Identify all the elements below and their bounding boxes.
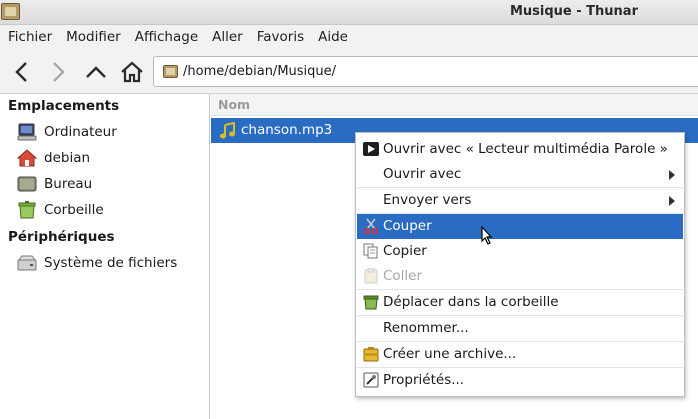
mouse-cursor-icon [481,226,493,245]
menu-item-move-to-trash[interactable]: Déplacer dans la corbeille [357,290,683,315]
file-name: chanson.mp3 [241,122,333,138]
menu-item-label: Ouvrir avec [383,166,462,182]
up-button[interactable] [82,58,110,86]
menu-item-label: Envoyer vers [383,192,472,208]
desktop-icon [17,176,37,192]
archive-icon [363,347,379,362]
scissors-icon [363,218,379,234]
column-header-label: Nom [218,97,251,112]
submenu-arrow-icon [669,170,675,180]
sidebar-item-label: Système de fichiers [44,255,178,271]
menu-affichage[interactable]: Affichage [128,25,205,50]
sidebar-item-bureau[interactable]: Bureau [17,173,92,195]
menu-item-cut[interactable]: Couper [357,214,683,239]
menu-item-label: Renommer... [383,320,469,336]
menu-bar: Fichier Modifier Affichage Aller Favoris… [0,25,698,50]
menu-item-label: Couper [383,218,432,234]
toolbar: /home/debian/Musique/ [0,50,698,94]
menu-item-paste[interactable]: Coller [357,264,683,289]
menu-fichier[interactable]: Fichier [0,25,59,50]
paste-icon [364,268,378,284]
properties-icon [363,372,379,388]
menu-favoris[interactable]: Favoris [250,25,311,50]
forward-button[interactable] [44,58,72,86]
copy-icon [363,243,378,259]
menu-item-rename[interactable]: Renommer... [357,316,683,341]
window-title: Musique - Thunar [509,4,638,19]
sidebar: Emplacements Ordinateur debian Bureau Co… [0,94,210,419]
back-button[interactable] [8,58,36,86]
sidebar-item-debian[interactable]: debian [17,147,90,169]
location-path[interactable]: /home/debian/Musique/ [183,64,336,79]
menu-item-label: Coller [383,268,423,284]
home-button[interactable] [118,58,146,86]
chevron-right-icon [53,62,65,82]
menu-aide[interactable]: Aide [311,25,355,50]
menu-item-send-to[interactable]: Envoyer vers [357,188,683,213]
menu-item-open-with-parole[interactable]: Ouvrir avec « Lecteur multimédia Parole … [357,137,683,162]
chevron-up-icon [86,66,106,78]
menu-item-label: Ouvrir avec « Lecteur multimédia Parole … [383,141,668,157]
chevron-left-icon [15,62,27,82]
menu-item-open-with[interactable]: Ouvrir avec [357,162,683,187]
title-bar: Musique - Thunar [0,0,698,25]
drive-icon [17,255,37,271]
menu-item-label: Propriétés... [383,372,465,388]
trash-icon [363,295,379,310]
sidebar-item-systeme-de-fichiers[interactable]: Système de fichiers [17,252,177,274]
sidebar-item-label: Bureau [44,176,93,192]
audio-file-icon [220,122,235,139]
folder-icon [1,3,20,20]
sidebar-item-label: debian [44,150,91,166]
submenu-arrow-icon [669,196,675,206]
sidebar-item-label: Corbeille [44,202,104,218]
menu-item-label: Déplacer dans la corbeille [383,294,559,310]
trash-icon [18,201,36,219]
folder-icon [163,65,178,78]
menu-item-properties[interactable]: Propriétés... [357,368,683,393]
sidebar-item-ordinateur[interactable]: Ordinateur [17,121,117,143]
play-icon [363,142,379,156]
menu-item-label: Créer une archive... [383,346,517,362]
home-icon [121,61,143,83]
location-bar[interactable]: /home/debian/Musique/ [153,56,698,87]
menu-item-label: Copier [383,243,427,259]
sidebar-item-corbeille[interactable]: Corbeille [17,199,104,221]
menu-item-copy[interactable]: Copier [357,239,683,264]
menu-item-create-archive[interactable]: Créer une archive... [357,342,683,367]
context-menu: Ouvrir avec « Lecteur multimédia Parole … [355,132,685,397]
devices-heading: Périphériques [8,229,115,245]
menu-modifier[interactable]: Modifier [59,25,128,50]
places-heading: Emplacements [8,98,120,114]
menu-aller[interactable]: Aller [205,25,250,50]
home-folder-icon [17,149,37,167]
sidebar-item-label: Ordinateur [44,124,117,140]
computer-icon [17,123,37,141]
column-header-name[interactable]: Nom [211,94,698,116]
